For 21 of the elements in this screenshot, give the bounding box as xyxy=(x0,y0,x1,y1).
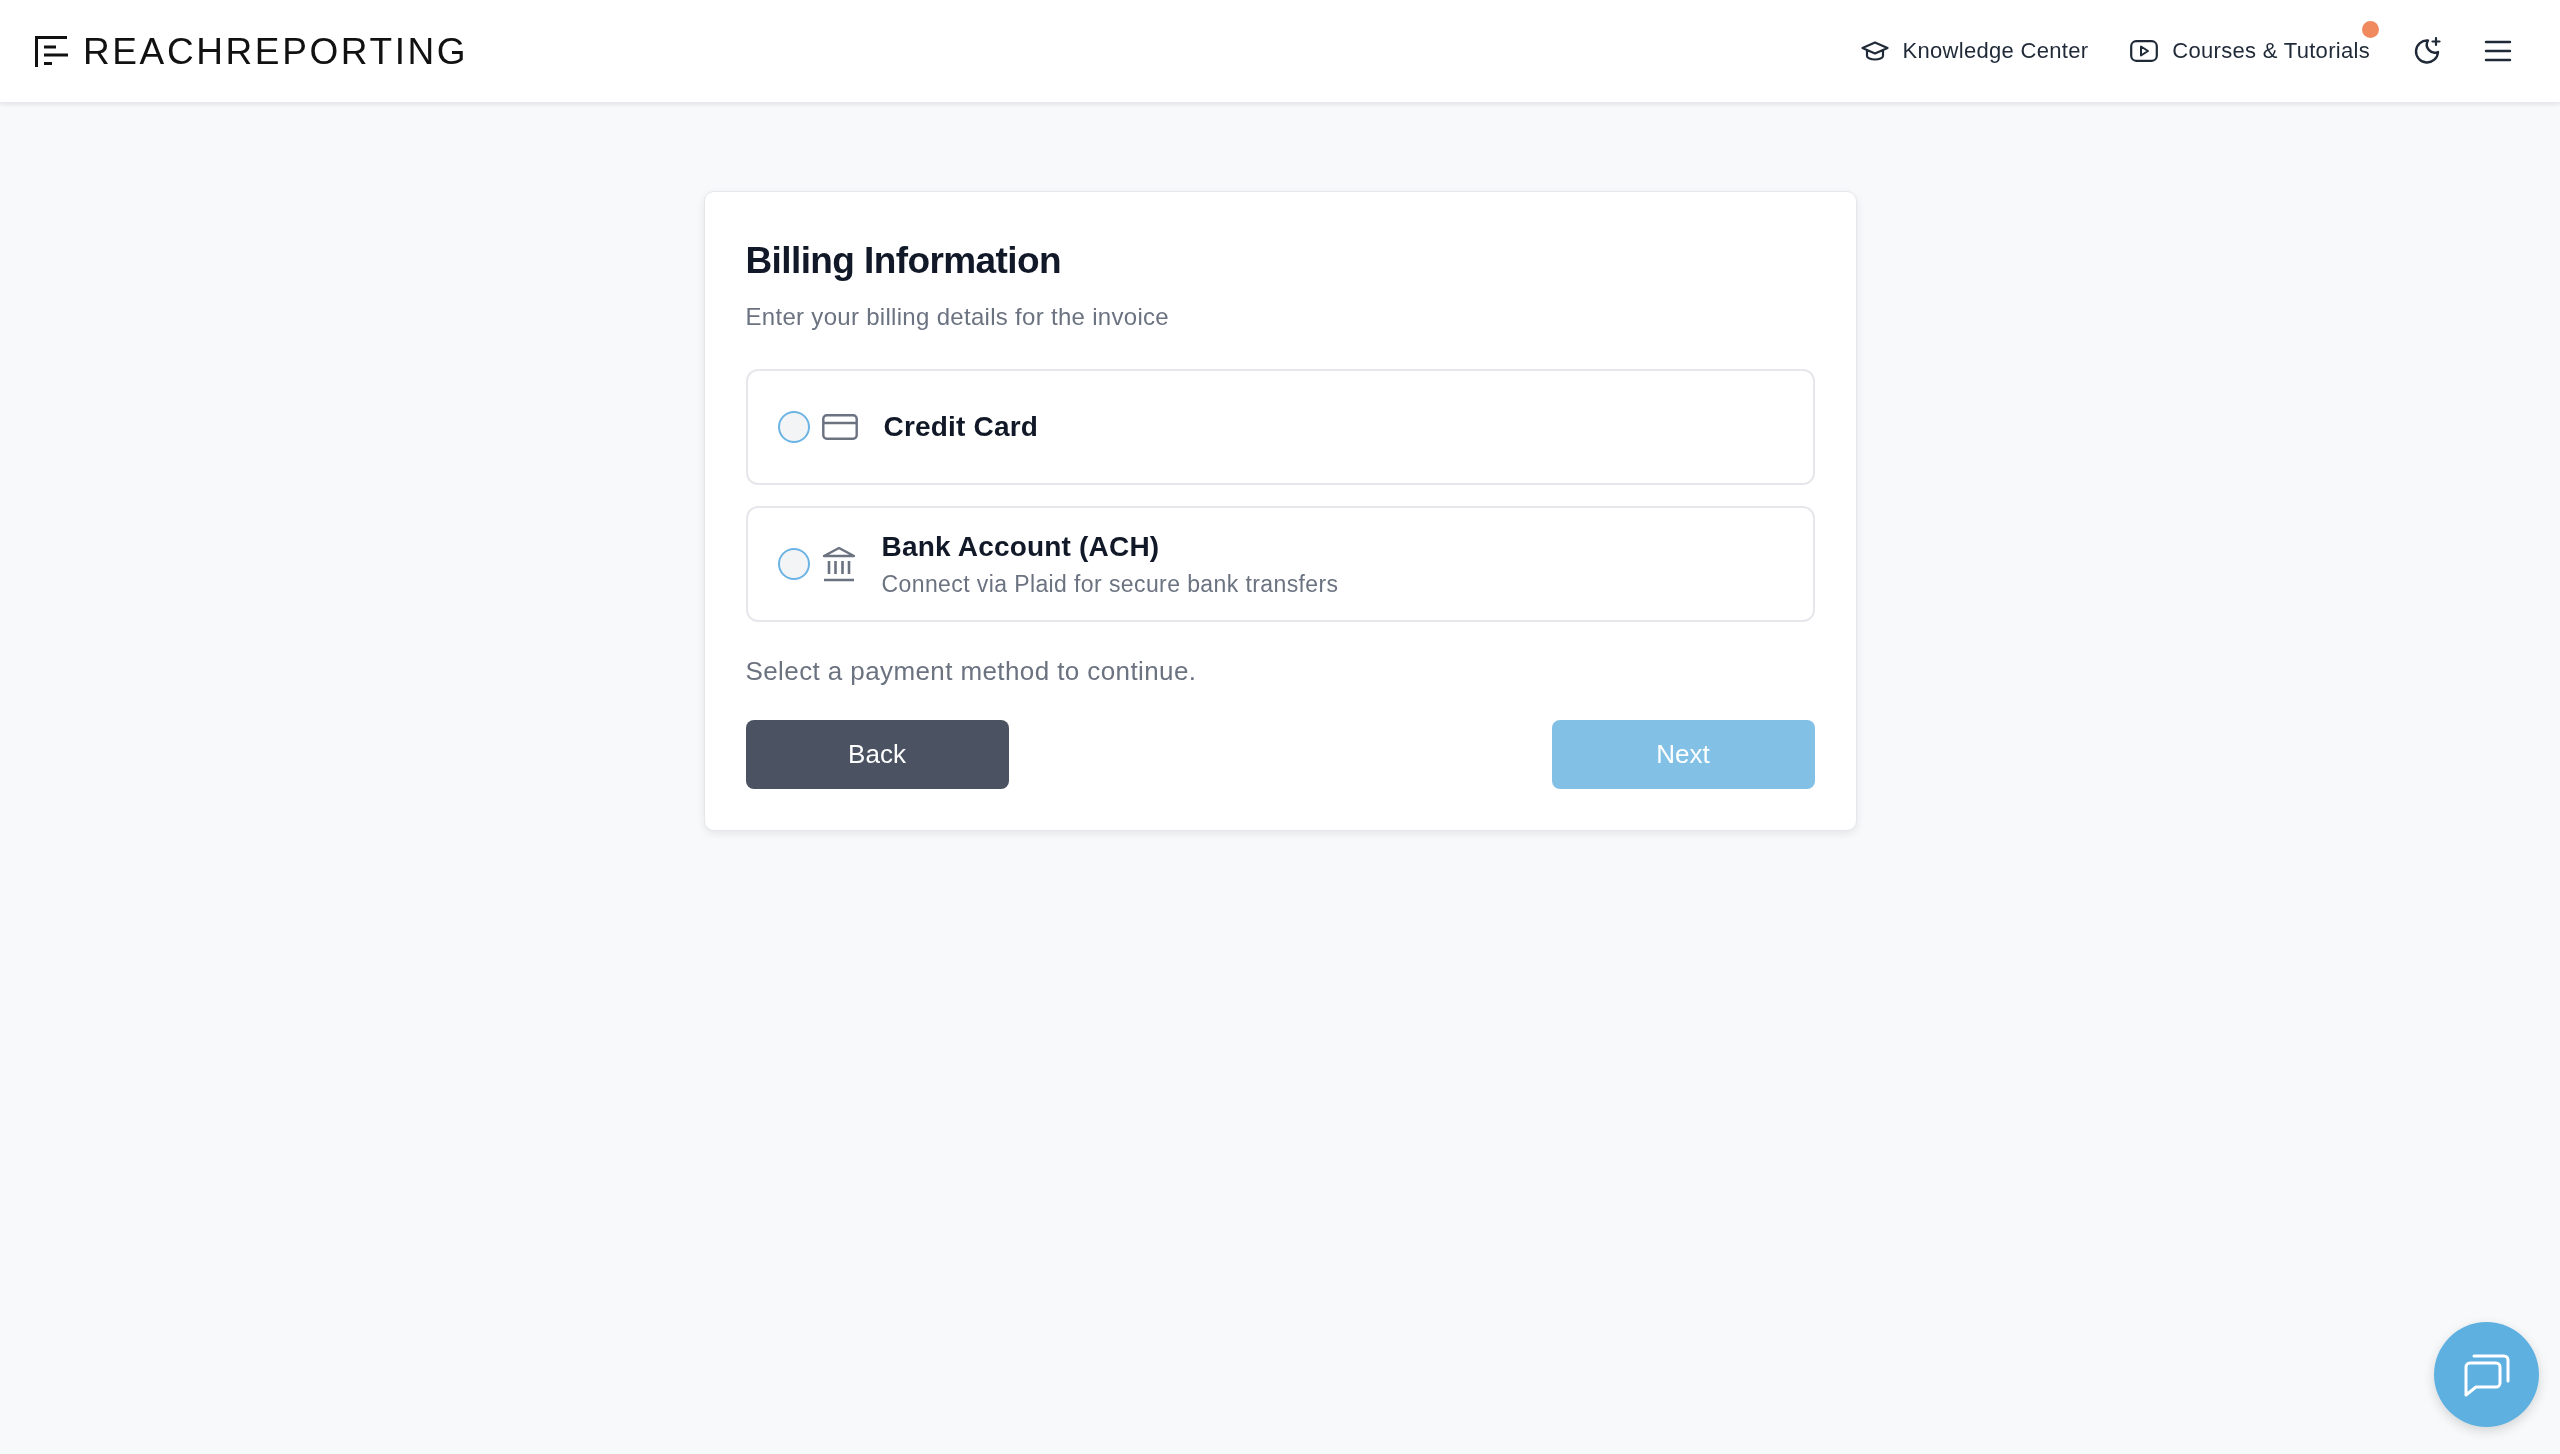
nav-link[interactable]: Courses & Tutorials xyxy=(2130,38,2370,64)
graduation-cap-icon xyxy=(1860,41,1889,61)
logo-text[interactable]: REACHREPORTING xyxy=(83,32,469,70)
card-subtitle: Enter your billing details for the invoice xyxy=(745,302,1170,332)
radio-button[interactable] xyxy=(777,548,810,580)
option-label: Credit Card xyxy=(883,410,1039,444)
bank-icon xyxy=(821,546,856,582)
logo-icon xyxy=(35,35,69,67)
card-title: Billing Information xyxy=(745,239,1062,283)
play-icon xyxy=(2130,40,2159,62)
payment-option[interactable]: Credit Card xyxy=(745,369,1815,485)
credit-card-icon xyxy=(821,414,858,440)
menu-icon[interactable] xyxy=(2484,40,2512,62)
radio-button[interactable] xyxy=(777,411,810,443)
back-button[interactable]: Back xyxy=(745,720,1009,789)
option-label: Bank Account (ACH) xyxy=(881,530,1161,564)
nav-link[interactable]: Knowledge Center xyxy=(1860,38,2089,64)
payment-option[interactable]: Bank Account (ACH) Connect via Plaid for secure bank transfers xyxy=(745,506,1815,622)
option-description: Connect via Plaid for secure bank transfers xyxy=(881,570,1339,598)
hint-text: Select a payment method to continue. xyxy=(745,655,1198,688)
theme-toggle-icon[interactable] xyxy=(2412,36,2442,66)
